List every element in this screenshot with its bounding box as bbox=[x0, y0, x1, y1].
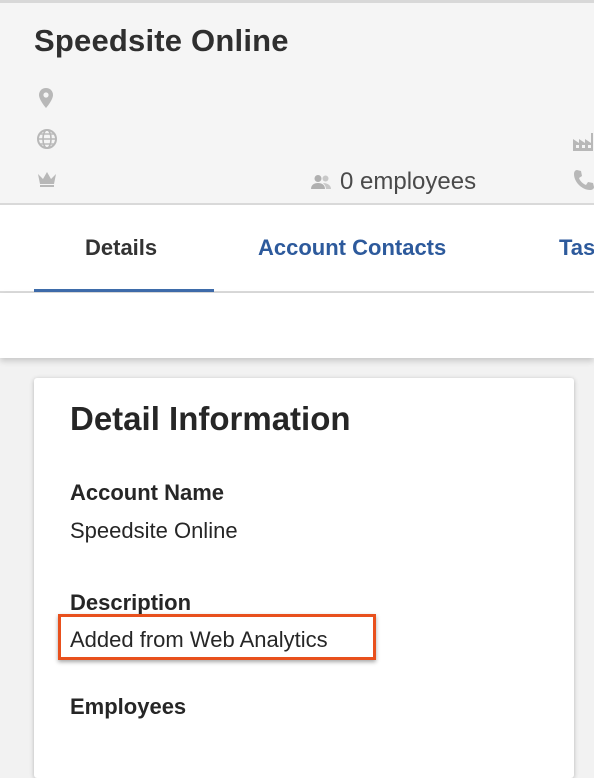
tab-content-band bbox=[0, 293, 594, 358]
employee-count: 0 employees bbox=[310, 167, 476, 197]
phone-icon bbox=[574, 170, 594, 190]
account-name-label: Account Name bbox=[70, 480, 225, 505]
card-title: Detail Information bbox=[70, 400, 351, 437]
active-tab-indicator bbox=[34, 289, 214, 292]
company-title: Speedsite Online bbox=[34, 23, 289, 58]
account-header: Speedsite Online 0 employees bbox=[0, 0, 594, 205]
globe-icon bbox=[37, 129, 57, 149]
tab-bar: Details Account Contacts Tas bbox=[0, 205, 594, 293]
description-value: Added from Web Analytics bbox=[70, 627, 328, 652]
employees-label: Employees bbox=[70, 694, 187, 719]
tab-account-contacts[interactable]: Account Contacts bbox=[258, 235, 446, 261]
account-name-value: Speedsite Online bbox=[70, 518, 238, 543]
tab-details[interactable]: Details bbox=[85, 235, 157, 261]
detail-information-card: Detail Information Account Name Speedsit… bbox=[34, 378, 574, 778]
description-label: Description bbox=[70, 590, 192, 615]
people-icon bbox=[311, 175, 331, 189]
tab-tasks[interactable]: Tas bbox=[559, 235, 594, 261]
location-pin-icon bbox=[39, 88, 53, 108]
factory-icon bbox=[573, 133, 593, 151]
employee-count-label: 0 employees bbox=[340, 168, 477, 195]
crown-icon bbox=[38, 172, 56, 187]
